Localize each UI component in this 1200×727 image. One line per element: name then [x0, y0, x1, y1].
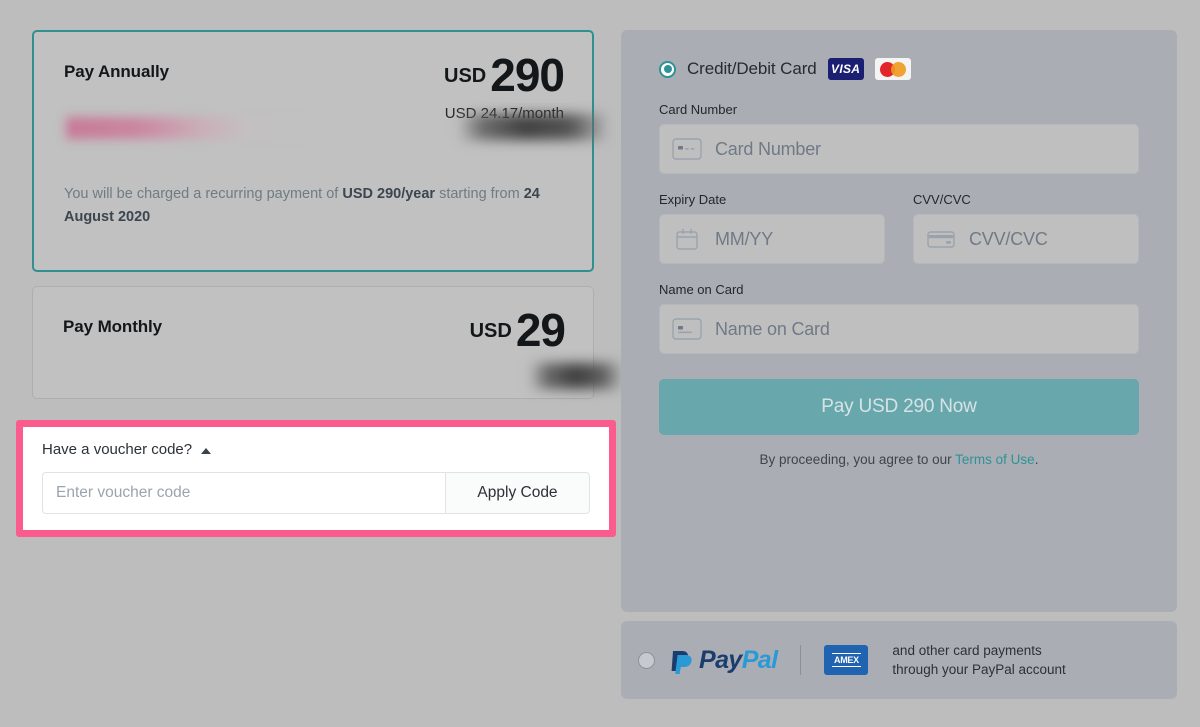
expiry-field[interactable]: MM/YY [659, 214, 885, 264]
paypal-logo: PayPal [669, 646, 778, 674]
name-on-card-field[interactable]: Name on Card [659, 304, 1139, 354]
plan-annual-per-month: USD 24.17/month [444, 105, 564, 122]
terms-notice: By proceeding, you agree to our Terms of… [659, 452, 1139, 467]
plan-selection-column: Pay Annually USD290 USD 24.17/month You … [32, 30, 622, 399]
cvv-group: CVV/CVC CVV/CVC [913, 174, 1139, 264]
terms-prefix: By proceeding, you agree to our [759, 452, 956, 467]
vertical-divider [800, 645, 802, 675]
card-number-placeholder: Card Number [715, 138, 821, 159]
redacted-monthly-price [529, 363, 622, 389]
paypal-wordmark-pal: Pal [741, 646, 778, 674]
cvv-label: CVV/CVC [913, 192, 971, 207]
card-number-label: Card Number [659, 102, 738, 117]
visa-logo-icon: VISA [827, 58, 864, 80]
paypal-radio[interactable] [638, 651, 655, 669]
plan-monthly-header: Pay Monthly USD29 [63, 307, 622, 389]
mastercard-orange-circle [890, 61, 906, 77]
plan-note-amount: USD 290/year [342, 186, 436, 202]
card-method-label: Credit/Debit Card [687, 59, 817, 78]
paypal-wordmark-pay: Pay [699, 646, 742, 674]
paypal-description-line1: and other card payments [892, 643, 1042, 658]
plan-monthly-title: Pay Monthly [63, 317, 163, 336]
triangle-up-icon [201, 447, 212, 454]
voucher-input-row: Apply Code [42, 472, 590, 514]
plan-annual-currency: USD [444, 65, 487, 87]
paypal-description-line2: through your PayPal account [892, 662, 1066, 677]
plan-note-prefix: You will be charged a recurring payment … [64, 186, 343, 202]
card-payment-panel: Credit/Debit Card VISA Card Number Card … [621, 30, 1177, 612]
mastercard-logo-icon [874, 58, 911, 80]
expiry-group: Expiry Date MM/YY [659, 174, 885, 264]
cvv-field[interactable]: CVV/CVC [913, 214, 1139, 264]
plan-annual-title: Pay Annually [64, 62, 169, 81]
apply-code-button[interactable]: Apply Code [445, 472, 590, 514]
plan-annual-price: USD290 [444, 52, 565, 98]
card-method-option[interactable]: Credit/Debit Card VISA [659, 54, 1139, 84]
paypal-mark-icon [669, 646, 694, 674]
credit-card-icon [672, 138, 702, 160]
paypal-wordmark: PayPal [699, 646, 778, 674]
paypal-description: and other card payments through your Pay… [892, 641, 1065, 679]
cvv-placeholder: CVV/CVC [969, 228, 1048, 249]
card-number-field[interactable]: Card Number [659, 124, 1139, 174]
plan-annual-note: You will be charged a recurring payment … [64, 183, 564, 229]
card-stripe-icon [926, 228, 956, 250]
calendar-icon [672, 228, 702, 250]
voucher-header-label: Have a voucher code? [42, 441, 193, 458]
card-name-icon [672, 318, 702, 340]
plan-monthly-price-wrap: USD29 [469, 307, 622, 389]
terms-of-use-link[interactable]: Terms of Use [955, 452, 1035, 467]
plan-card-monthly[interactable]: Pay Monthly USD29 [32, 286, 622, 399]
terms-suffix: . [1034, 452, 1039, 467]
plan-monthly-amount: 29 [515, 304, 566, 356]
amex-label: AMEX [832, 653, 861, 667]
plan-card-annual[interactable]: Pay Annually USD290 USD 24.17/month You … [32, 30, 606, 272]
plan-annual-price-wrap: USD290 USD 24.17/month [444, 52, 565, 123]
name-on-card-label: Name on Card [659, 282, 744, 297]
paypal-payment-option[interactable]: PayPal AMEX and other card payments thro… [621, 621, 1177, 699]
plan-note-middle: starting from [435, 186, 524, 202]
expiry-placeholder: MM/YY [715, 228, 774, 249]
voucher-toggle[interactable]: Have a voucher code? [42, 441, 590, 459]
amex-logo-icon: AMEX [824, 645, 869, 675]
plan-monthly-price: USD29 [469, 307, 566, 353]
pay-now-button[interactable]: Pay USD 290 Now [659, 379, 1139, 435]
plan-monthly-currency: USD [469, 320, 512, 342]
radio-dot-icon [663, 65, 672, 73]
expiry-label: Expiry Date [659, 192, 727, 207]
plan-annual-header: Pay Annually USD290 USD 24.17/month [64, 52, 565, 123]
voucher-section: Have a voucher code? Apply Code [16, 420, 616, 537]
name-on-card-placeholder: Name on Card [715, 318, 830, 339]
voucher-code-input[interactable] [42, 472, 445, 514]
plan-annual-amount: 290 [490, 49, 565, 101]
expiry-cvv-row: Expiry Date MM/YY CVV/CVC CVV/CVC [659, 174, 1139, 264]
card-method-radio[interactable] [659, 60, 676, 78]
